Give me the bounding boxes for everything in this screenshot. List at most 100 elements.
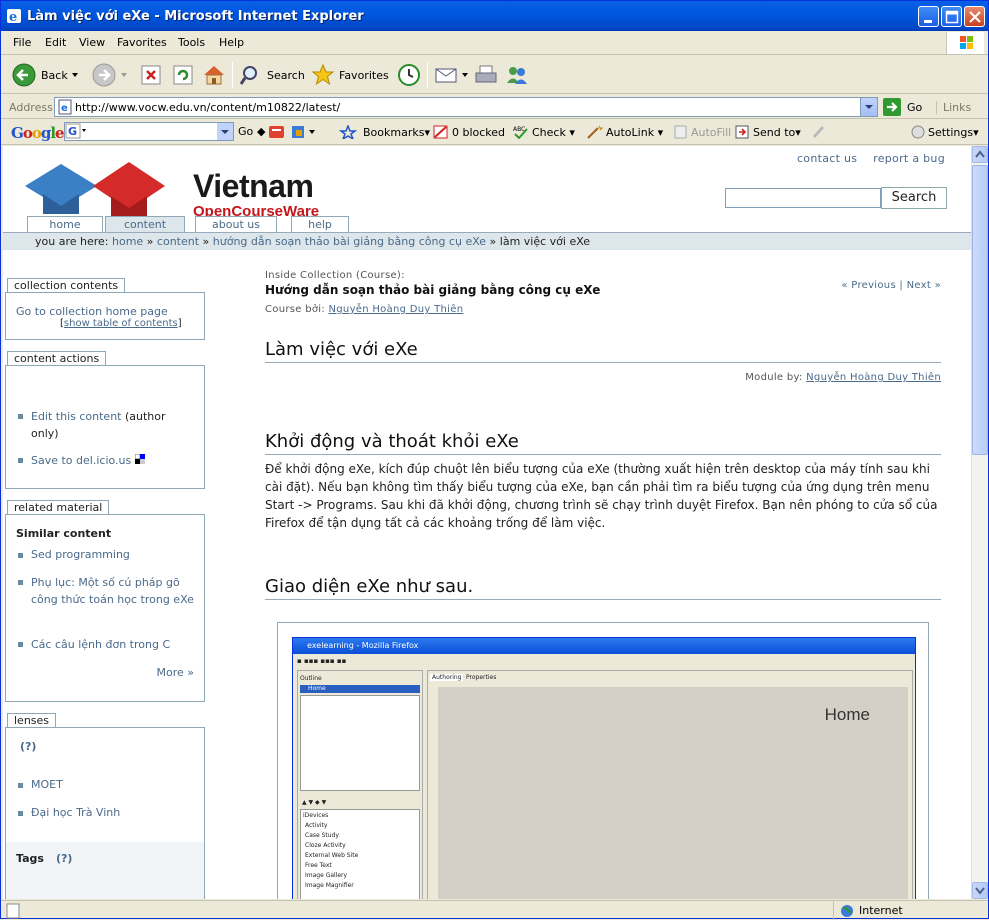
similar-item-2[interactable]: Phụ lục: Một số cú pháp gõ công thức toá… — [31, 574, 201, 608]
similar-item-3[interactable]: Các câu lệnh đơn trong C — [31, 636, 170, 653]
puzzle-icon[interactable] — [291, 125, 321, 139]
lens-item-moet[interactable]: MOET — [31, 776, 63, 793]
autofill-button[interactable]: AutoFill — [673, 125, 731, 139]
menu-file[interactable]: File — [13, 36, 31, 49]
vertical-scrollbar[interactable] — [971, 146, 988, 899]
edit-content-link[interactable]: Edit this content — [31, 410, 121, 423]
lens-item-tra-vinh[interactable]: Đại học Trà Vinh — [31, 804, 120, 821]
spellcheck-button[interactable]: ABC Check ▾ — [513, 125, 575, 139]
popup-blocker-button[interactable]: 0 blocked — [433, 125, 505, 139]
content-actions-box: Edit this content (author only) Save to … — [5, 365, 205, 489]
mail-button[interactable] — [434, 60, 470, 90]
go-button[interactable]: Go — [883, 98, 922, 116]
send-to-button[interactable]: Send to ▾ — [735, 125, 801, 139]
previous-link[interactable]: « Previous — [841, 280, 896, 291]
report-bug-link[interactable]: report a bug — [873, 152, 945, 165]
google-search-input[interactable]: G — [64, 122, 234, 141]
tab-content[interactable]: content — [105, 216, 185, 232]
web-page: Vietnam OpenCourseWare contact us report… — [3, 146, 971, 899]
tab-help[interactable]: help — [291, 216, 349, 232]
inside-collection-label: Inside Collection (Course): — [265, 270, 405, 281]
links-toolbar[interactable]: Links — [936, 101, 971, 114]
breadcrumb-content[interactable]: content — [157, 235, 199, 248]
menu-view[interactable]: View — [79, 36, 105, 49]
google-toolbar: Google G Go ◆ Bookmarks ▾ 0 blocked ABC C… — [1, 120, 988, 145]
history-icon — [398, 64, 420, 86]
stop-icon — [141, 65, 161, 85]
close-button[interactable] — [964, 6, 985, 27]
save-delicious-link[interactable]: Save to del.icio.us — [31, 454, 131, 467]
contact-us-link[interactable]: contact us — [797, 152, 857, 165]
menu-tools[interactable]: Tools — [178, 36, 205, 49]
tab-about-us[interactable]: about us — [195, 216, 277, 232]
page-title: Làm việc với eXe — [265, 339, 941, 363]
star-icon — [311, 63, 335, 86]
show-toc-link[interactable]: show table of contents — [64, 318, 178, 329]
print-button[interactable] — [473, 60, 499, 90]
printer-icon — [475, 65, 497, 83]
search-icon — [239, 66, 257, 85]
menu-help[interactable]: Help — [219, 36, 244, 49]
breadcrumb-home[interactable]: home — [112, 235, 143, 248]
search-button[interactable]: Search — [239, 60, 305, 90]
address-input[interactable]: e http://www.vocw.edu.vn/content/m10822/… — [54, 97, 878, 117]
address-dropdown-button[interactable] — [860, 98, 877, 116]
settings-button[interactable]: Settings ▾ — [910, 125, 979, 139]
forward-arrow-icon — [92, 63, 116, 87]
google-options-icon[interactable]: ◆ — [257, 125, 265, 138]
menu-favorites[interactable]: Favorites — [117, 36, 167, 49]
maximize-button[interactable] — [941, 6, 962, 27]
breadcrumb-collection[interactable]: hướng dẫn soạn thảo bài giảng bằng công … — [213, 235, 486, 248]
address-bar: Address e http://www.vocw.edu.vn/content… — [1, 95, 988, 119]
module-author-link[interactable]: Nguyễn Hoàng Duy Thiên — [806, 372, 941, 383]
refresh-button[interactable] — [171, 60, 195, 90]
favorites-button[interactable]: Favorites — [311, 60, 389, 90]
course-by: Course bởi: Nguyễn Hoàng Duy Thiên — [265, 304, 464, 315]
more-link[interactable]: More » — [157, 664, 195, 681]
menu-bar: File Edit View Favorites Tools Help — [1, 31, 988, 55]
stop-button[interactable] — [139, 60, 163, 90]
minimize-button[interactable] — [918, 6, 939, 27]
tags-help-link[interactable]: (?) — [56, 852, 72, 865]
section-heading-interface: Giao diện eXe như sau. — [265, 576, 941, 600]
highlight-icon[interactable] — [811, 125, 827, 139]
show-toc-wrapper: [show table of contents] — [60, 318, 182, 329]
ie-window: e Làm việc với eXe - Microsoft Internet … — [0, 0, 989, 920]
scroll-thumb[interactable] — [972, 165, 988, 455]
site-search-button[interactable]: Search — [881, 187, 947, 209]
collection-title[interactable]: Hướng dẫn soạn thảo bài giảng bằng công … — [265, 283, 600, 297]
menu-edit[interactable]: Edit — [45, 36, 66, 49]
svg-text:e: e — [61, 103, 68, 114]
vocw-logo[interactable]: Vietnam OpenCourseWare — [23, 154, 323, 220]
google-go-button[interactable]: Go — [238, 125, 253, 138]
related-material-box: Similar content Sed programming Phụ lục:… — [5, 514, 205, 702]
title-bar[interactable]: e Làm việc với eXe - Microsoft Internet … — [1, 1, 988, 31]
forward-button[interactable] — [91, 60, 131, 90]
window-title: Làm việc với eXe - Microsoft Internet Ex… — [27, 9, 364, 24]
history-button[interactable] — [396, 60, 422, 90]
site-search-input[interactable] — [725, 188, 881, 208]
next-link[interactable]: Next » — [907, 280, 941, 291]
scroll-down-button[interactable] — [972, 882, 988, 899]
tab-home[interactable]: home — [27, 216, 103, 232]
section-heading-start: Khởi động và thoát khỏi eXe — [265, 431, 941, 455]
home-pane: Home — [438, 687, 908, 899]
news-icon[interactable] — [268, 125, 286, 139]
logo-title: Vietnam — [193, 168, 314, 204]
firefox-window-image: exelearning - Mozilla Firefox ▪ ▪▪▪ ▪▪▪ … — [292, 637, 916, 899]
bookmarks-button[interactable]: Bookmarks ▾ — [339, 125, 430, 139]
module-by: Module by: Nguyễn Hoàng Duy Thiên — [745, 372, 941, 383]
scroll-up-button[interactable] — [972, 146, 988, 163]
autolink-button[interactable]: AutoLink ▾ — [586, 125, 663, 139]
home-button[interactable] — [201, 60, 227, 90]
firefox-menu: ▪ ▪▪▪ ▪▪▪ ▪▪ — [297, 657, 347, 665]
lenses-help-link[interactable]: (?) — [20, 738, 36, 755]
similar-item-1[interactable]: Sed programming — [31, 546, 130, 563]
refresh-icon — [173, 65, 193, 85]
popup-blocker-icon — [433, 125, 448, 139]
messenger-button[interactable] — [504, 60, 530, 90]
windows-flag-icon — [946, 32, 984, 54]
back-button[interactable]: Back — [11, 60, 82, 90]
course-author-link[interactable]: Nguyễn Hoàng Duy Thiên — [329, 304, 464, 315]
authoring-panel: Authoring Properties Home — [427, 670, 913, 899]
